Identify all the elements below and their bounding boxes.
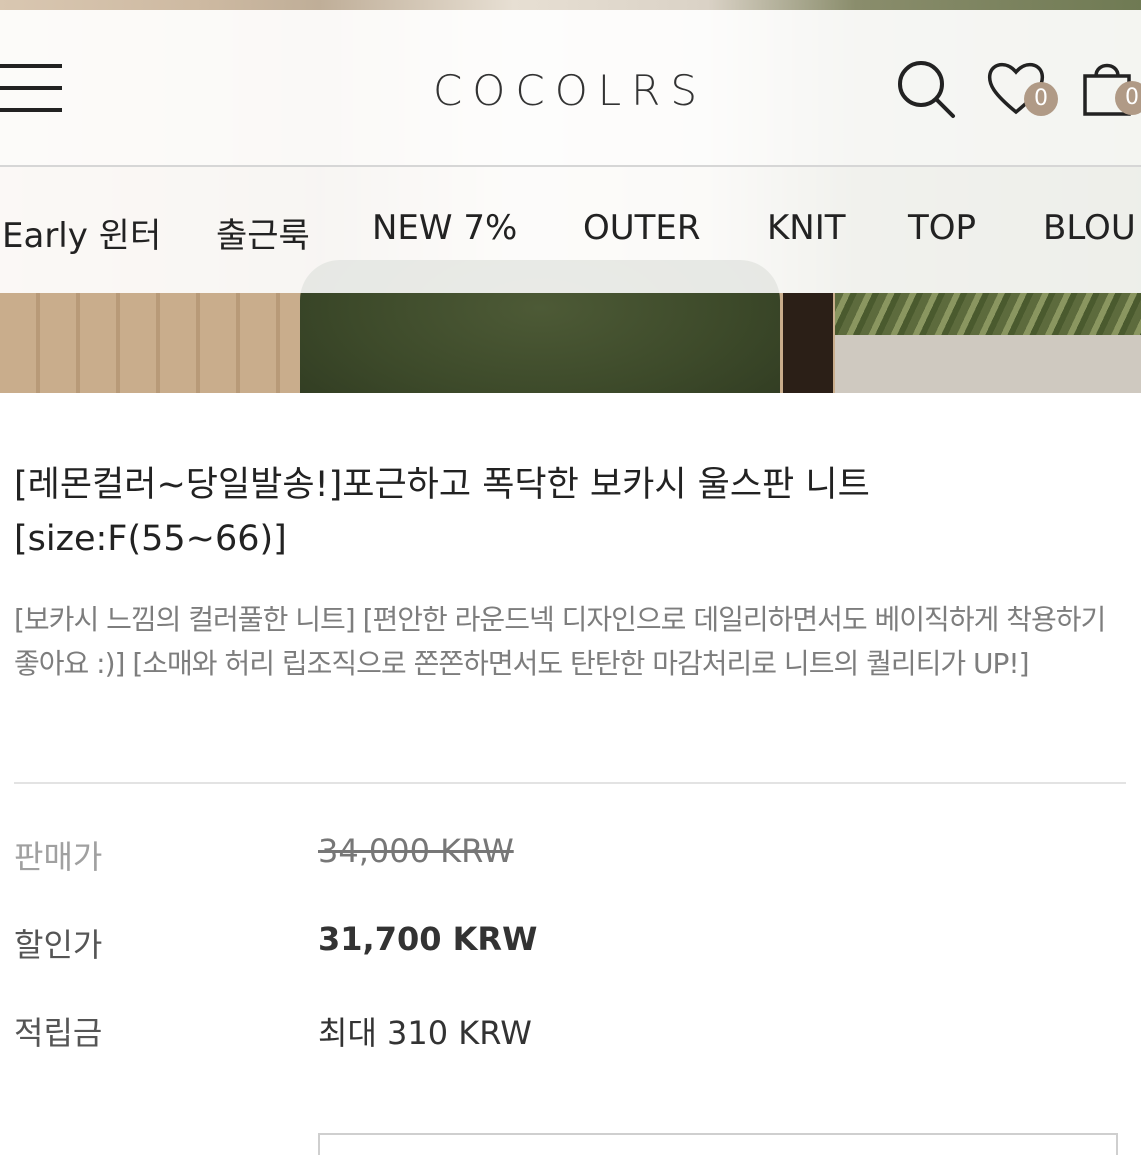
discount-price-label: 할인가	[14, 926, 103, 964]
wishlist-count-badge: 0	[1024, 82, 1058, 116]
cart-button[interactable]: 0	[1082, 58, 1141, 120]
option-select[interactable]	[318, 1133, 1118, 1155]
category-outer[interactable]: OUTER	[583, 208, 701, 248]
hamburger-menu-icon[interactable]	[0, 64, 62, 112]
category-knit[interactable]: KNIT	[767, 208, 846, 248]
points-value: 최대 310 KRW	[318, 1014, 532, 1052]
product-description: [보카시 느낌의 컬러풀한 니트] [편안한 라운드넥 디자인으로 데일리하면서…	[14, 603, 1106, 680]
sale-price-value: 34,000 KRW	[318, 832, 514, 870]
site-logo[interactable]: COCOLRS	[380, 66, 760, 115]
category-top[interactable]: TOP	[908, 208, 976, 248]
category-office-look[interactable]: 출근룩	[216, 208, 310, 257]
cart-count-badge: 0	[1115, 81, 1141, 115]
handbag	[783, 293, 833, 393]
category-early-winter[interactable]: Early 윈터	[2, 208, 161, 257]
search-icon[interactable]	[895, 58, 957, 120]
product-title: [레몬컬러~당일발송!]포근하고 폭닥한 보카시 울스판 니트[size:F(5…	[14, 465, 870, 559]
points-label: 적립금	[14, 1014, 103, 1052]
discount-price-value: 31,700 KRW	[318, 920, 538, 958]
wishlist-button[interactable]: 0	[986, 60, 1062, 126]
divider	[14, 782, 1126, 784]
category-blouse[interactable]: BLOU	[1043, 208, 1136, 248]
sale-price-label: 판매가	[14, 838, 103, 876]
stone-ledge	[835, 335, 1141, 393]
category-new[interactable]: NEW 7%	[372, 208, 517, 248]
